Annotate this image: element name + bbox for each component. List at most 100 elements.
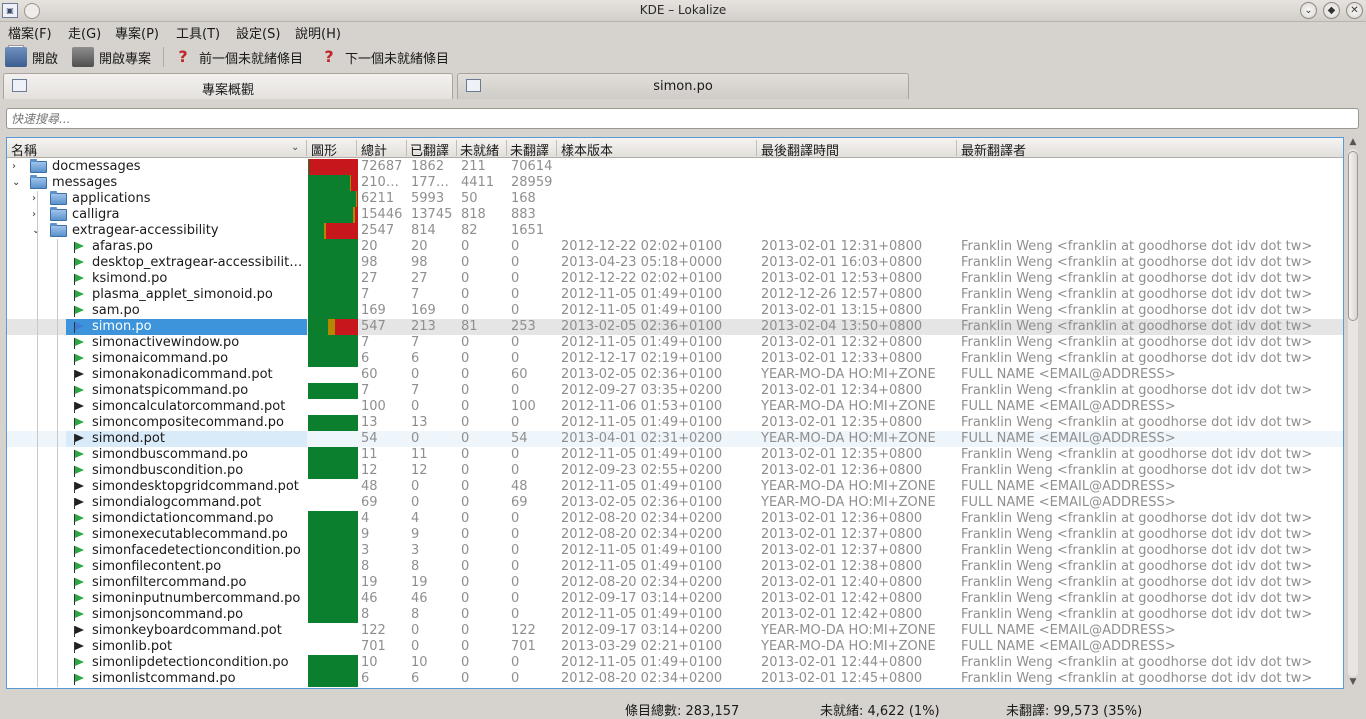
- tab-bar: 專案概觀 simon.po: [0, 73, 1366, 99]
- table-row[interactable]: simonlib.pot 701 0 0 701 2013-03-29 02:21+010…: [7, 639, 1343, 655]
- table-row[interactable]: simondictationcommand.po 4 4 0 0 2012-08-20 0…: [7, 511, 1343, 527]
- cell-fuzzy: 0: [461, 639, 470, 654]
- cell-last: 2013-02-01 12:36+0800: [761, 511, 923, 526]
- cell-total: 7: [361, 383, 370, 398]
- table-row[interactable]: simonfiltercommand.po 19 19 0 0 2012-08-20 02…: [7, 575, 1343, 591]
- column-name[interactable]: 名稱: [11, 140, 37, 159]
- cell-template: 2013-02-05 02:36+0100: [561, 495, 723, 510]
- cell-translator: Franklin Weng <franklin at goodhorse dot…: [961, 527, 1313, 542]
- open-button[interactable]: 開啟: [5, 45, 58, 69]
- column-graph[interactable]: 圖形: [311, 140, 337, 159]
- quick-search-input[interactable]: [7, 109, 1358, 128]
- table-row[interactable]: sam.po 169 169 0 0 2012-11-05 01:49+0100 2013-…: [7, 303, 1343, 319]
- table-row[interactable]: plasma_applet_simonoid.po 7 7 0 0 2012-11-05 …: [7, 287, 1343, 303]
- cell-fuzzy: 0: [461, 511, 470, 526]
- translated-flag-icon: [74, 594, 84, 605]
- table-row[interactable]: simondbuscommand.po 11 11 0 0 2012-11-05 01:4…: [7, 447, 1343, 463]
- next-unready-button[interactable]: ? 下一個未就緒條目: [318, 45, 449, 69]
- table-row[interactable]: simon.po 547 213 81 253 2013-02-05 02:36+0100…: [7, 319, 1343, 335]
- cell-translated: 6: [411, 671, 420, 686]
- table-row[interactable]: simonjsoncommand.po 8 8 0 0 2012-11-05 01:49+…: [7, 607, 1343, 623]
- menu-tools[interactable]: 工具(T): [176, 23, 220, 42]
- table-row[interactable]: desktop_extragear-accessibilit… 98 98 0 0 201…: [7, 255, 1343, 271]
- cell-translated: 27: [411, 271, 428, 286]
- scroll-down-icon[interactable]: ▼: [1347, 677, 1359, 689]
- open-project-button[interactable]: 開啟專案: [72, 45, 151, 69]
- table-row[interactable]: › docmessages 72687 1862 211 70614: [7, 159, 1343, 175]
- table-row[interactable]: afaras.po 20 20 0 0 2012-12-22 02:02+0100 2013…: [7, 239, 1343, 255]
- tab-simon-po[interactable]: simon.po: [457, 73, 909, 99]
- table-row[interactable]: simonakonadicommand.pot 60 0 0 60 2013-02-05 …: [7, 367, 1343, 383]
- menu-project[interactable]: 專案(P): [115, 23, 159, 42]
- column-fuzzy[interactable]: 未就緒: [460, 140, 499, 159]
- cell-untranslated: 0: [511, 447, 520, 462]
- table-row[interactable]: simonexecutablecommand.po 9 9 0 0 2012-08-20 …: [7, 527, 1343, 543]
- table-row[interactable]: simonactivewindow.po 7 7 0 0 2012-11-05 01:49…: [7, 335, 1343, 351]
- table-row[interactable]: simonatspicommand.po 7 7 0 0 2012-09-27 03:35…: [7, 383, 1343, 399]
- collapse-arrow-icon[interactable]: ⌄: [12, 175, 20, 191]
- column-total[interactable]: 總計: [361, 140, 387, 159]
- untranslated-segment: [334, 319, 358, 335]
- table-row[interactable]: simoncompositecommand.po 13 13 0 0 2012-11-05…: [7, 415, 1343, 431]
- column-untranslated[interactable]: 未翻譯: [510, 140, 549, 159]
- cell-translator: Franklin Weng <franklin at goodhorse dot…: [961, 655, 1313, 670]
- table-row[interactable]: simoncalculatorcommand.pot 100 0 0 100 2012-1…: [7, 399, 1343, 415]
- quick-search-box[interactable]: [6, 108, 1359, 129]
- cell-untranslated: 701: [511, 639, 536, 654]
- column-last-translation[interactable]: 最後翻譯時間: [761, 140, 839, 159]
- expand-arrow-icon[interactable]: ›: [32, 191, 36, 207]
- table-row[interactable]: ⌄extragear-accessibility2547814821651: [7, 223, 1343, 239]
- tree-vertical-scrollbar[interactable]: ▲ ▼: [1345, 137, 1361, 689]
- menu-file[interactable]: 檔案(F): [8, 23, 52, 42]
- translated-segment: [308, 239, 358, 255]
- menu-go[interactable]: 走(G): [68, 23, 101, 42]
- table-row[interactable]: simonfacedetectioncondition.po 3 3 0 0 2012-1…: [7, 543, 1343, 559]
- cell-translator: FULL NAME <EMAIL@ADDRESS>: [961, 431, 1176, 446]
- cell-fuzzy: 0: [461, 415, 470, 430]
- cell-translator: Franklin Weng <franklin at goodhorse dot…: [961, 591, 1313, 606]
- prev-unready-button[interactable]: ? 前一個未就緒條目: [172, 45, 303, 69]
- close-button[interactable]: ✕: [1346, 2, 1363, 19]
- maximize-button[interactable]: ◆: [1323, 2, 1340, 19]
- expand-arrow-icon[interactable]: ›: [32, 207, 36, 223]
- table-row[interactable]: simonfilecontent.po 8 8 0 0 2012-11-05 01:49+…: [7, 559, 1343, 575]
- menu-help[interactable]: 說明(H): [295, 23, 341, 42]
- table-row[interactable]: simoninputnumbercommand.po 46 46 0 0 2012-09-…: [7, 591, 1343, 607]
- expand-arrow-icon[interactable]: ›: [12, 159, 16, 175]
- cell-fuzzy: 0: [461, 463, 470, 478]
- cell-translator: FULL NAME <EMAIL@ADDRESS>: [961, 623, 1176, 638]
- project-tree-view[interactable]: 名稱 ⌄ 圖形 總計 已翻譯 未就緒 未翻譯 樣本版本 最後翻譯時間 最新翻譯者…: [6, 137, 1344, 689]
- cell-template: 2012-09-17 03:14+0200: [561, 591, 723, 606]
- column-last-translator[interactable]: 最新翻譯者: [961, 140, 1026, 159]
- cell-template: 2012-08-20 02:34+0200: [561, 527, 723, 542]
- cell-translated: 10: [411, 655, 428, 670]
- table-row[interactable]: simondbuscondition.po 12 12 0 0 2012-09-23 02…: [7, 463, 1343, 479]
- cell-untranslated: 0: [511, 351, 520, 366]
- table-row[interactable]: simonkeyboardcommand.pot 122 0 0 122 2012-09-…: [7, 623, 1343, 639]
- minimize-button[interactable]: ⌄: [1300, 2, 1317, 19]
- progress-graph: [308, 495, 358, 511]
- cell-translated: 19: [411, 575, 428, 590]
- cell-untranslated: 0: [511, 607, 520, 622]
- table-row[interactable]: ksimond.po 27 27 0 0 2012-12-22 02:02+0100 201…: [7, 271, 1343, 287]
- template-flag-icon: [74, 402, 84, 413]
- table-row[interactable]: simonlistcommand.po 6 6 0 0 2012-08-20 02:34+…: [7, 671, 1343, 687]
- cell-translator: FULL NAME <EMAIL@ADDRESS>: [961, 495, 1176, 510]
- table-row[interactable]: simond.pot 54 0 0 54 2013-04-01 02:31+0200 YEA…: [7, 431, 1343, 447]
- template-flag-icon: [74, 482, 84, 493]
- table-row[interactable]: simondialogcommand.pot 69 0 0 69 2013-02-05 0…: [7, 495, 1343, 511]
- table-row[interactable]: simonaicommand.po 6 6 0 0 2012-12-17 02:19+01…: [7, 351, 1343, 367]
- table-row[interactable]: simonlipdetectioncondition.po 10 10 0 0 2012-…: [7, 655, 1343, 671]
- table-row[interactable]: › calligra 15446 13745 818 883: [7, 207, 1343, 223]
- tab-project-overview[interactable]: 專案概觀: [3, 73, 453, 99]
- table-row[interactable]: simondesktopgridcommand.pot 48 0 0 48 2012-11…: [7, 479, 1343, 495]
- column-translated[interactable]: 已翻譯: [410, 140, 449, 159]
- menu-settings[interactable]: 設定(S): [236, 23, 280, 42]
- next-unready-icon: ?: [324, 47, 334, 66]
- scroll-thumb[interactable]: [1348, 151, 1358, 321]
- column-template-revision[interactable]: 樣本版本: [561, 140, 613, 159]
- translated-segment: [308, 447, 358, 463]
- scroll-up-icon[interactable]: ▲: [1347, 137, 1359, 149]
- table-row[interactable]: › applications 6211 5993 50 168: [7, 191, 1343, 207]
- table-row[interactable]: ⌄ messages 210… 177… 4411 28959: [7, 175, 1343, 191]
